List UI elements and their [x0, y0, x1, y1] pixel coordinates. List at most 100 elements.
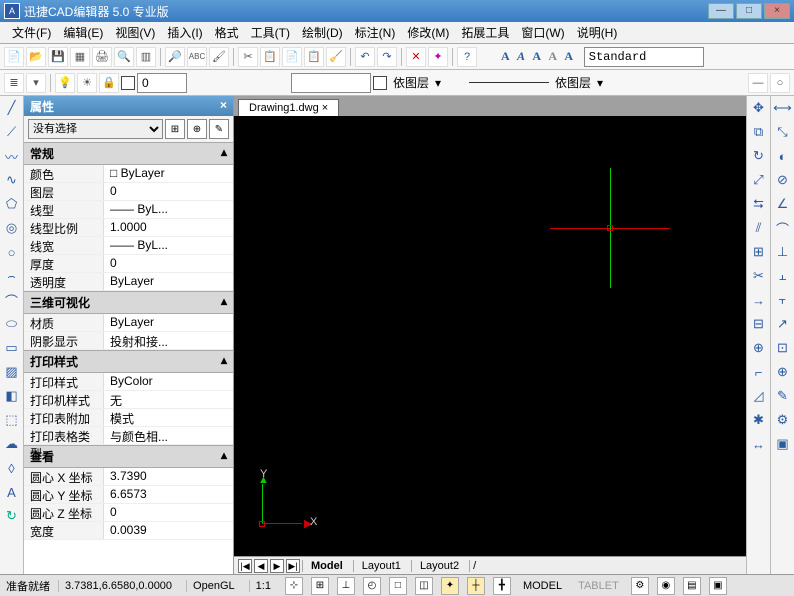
arc2-icon[interactable]: ⌒: [2, 290, 22, 310]
textstyle-select[interactable]: [584, 47, 704, 67]
prop-value[interactable]: 6.6573: [104, 486, 233, 503]
tab-close-icon[interactable]: ×: [322, 102, 328, 114]
prop-row[interactable]: 圆心 Z 坐标0: [24, 504, 233, 522]
fillet-icon[interactable]: ⌐: [749, 362, 769, 382]
copy-icon[interactable]: 📋: [260, 47, 280, 67]
polar-icon[interactable]: ◴: [363, 577, 381, 595]
stretch-icon[interactable]: ↔: [749, 434, 769, 454]
menu-modify[interactable]: 修改(M): [401, 22, 455, 43]
prop-value[interactable]: 0: [104, 183, 233, 200]
layer-color-swatch[interactable]: [121, 76, 135, 90]
bulb-icon[interactable]: 💡: [55, 73, 75, 93]
ellipse-icon[interactable]: ⬭: [2, 314, 22, 334]
viewport-icon[interactable]: ▣: [773, 434, 793, 454]
grid-icon[interactable]: ⊞: [311, 577, 329, 595]
prop-row[interactable]: 线型比例1.0000: [24, 219, 233, 237]
mirror-icon[interactable]: ⮀: [749, 194, 769, 214]
snap-icon[interactable]: ⊹: [285, 577, 303, 595]
selectobj-icon[interactable]: ✎: [209, 119, 229, 139]
prop-row[interactable]: 打印表格类型与颜色相...: [24, 427, 233, 445]
sun-icon[interactable]: ☀: [77, 73, 97, 93]
prop-value[interactable]: ByLayer: [104, 314, 233, 331]
nav-icon[interactable]: ◉: [657, 577, 675, 595]
prop-value[interactable]: 无: [104, 391, 233, 408]
pickadd-icon[interactable]: ⊕: [187, 119, 207, 139]
layerstate-icon[interactable]: ▾: [26, 73, 46, 93]
dim-angular-icon[interactable]: ∠: [773, 194, 793, 214]
prop-section-header[interactable]: 查看▴: [24, 445, 233, 468]
find-icon[interactable]: 🔎: [165, 47, 185, 67]
dim-ord-icon[interactable]: ⊥: [773, 242, 793, 262]
prop-value[interactable]: —— ByL...: [104, 237, 233, 254]
line-icon[interactable]: ╱: [2, 98, 22, 118]
leader-icon[interactable]: ↗: [773, 314, 793, 334]
prop-row[interactable]: 打印样式ByColor: [24, 373, 233, 391]
gradient-icon[interactable]: ◧: [2, 386, 22, 406]
copy2-icon[interactable]: ⧉: [749, 122, 769, 142]
sheet-icon[interactable]: ▦: [70, 47, 90, 67]
cancel-icon[interactable]: ✕: [406, 47, 426, 67]
spline-icon[interactable]: ∿: [2, 170, 22, 190]
clean-icon[interactable]: ▣: [709, 577, 727, 595]
prop-row[interactable]: 宽度0.0039: [24, 522, 233, 540]
paste-icon[interactable]: 📄: [282, 47, 302, 67]
textstyle-a2[interactable]: A: [517, 49, 525, 64]
prop-row[interactable]: 打印机样式表无: [24, 391, 233, 409]
lock-icon[interactable]: 🔒: [99, 73, 119, 93]
plot-icon[interactable]: ▥: [136, 47, 156, 67]
textstyle-a4[interactable]: A: [548, 49, 557, 64]
donut-icon[interactable]: ◎: [2, 218, 22, 238]
undo-icon[interactable]: ↶: [355, 47, 375, 67]
polyline-icon[interactable]: 〰: [2, 146, 22, 166]
paste2-icon[interactable]: 📋: [304, 47, 324, 67]
dim-linear-icon[interactable]: ⟷: [773, 98, 793, 118]
dim-baseline-icon[interactable]: ⫠: [773, 266, 793, 286]
regen-icon[interactable]: ✦: [428, 47, 448, 67]
dim-arc-icon[interactable]: ⌒: [773, 218, 793, 238]
layout-tab-model[interactable]: Model: [302, 560, 351, 572]
lwt-icon[interactable]: ┼: [467, 577, 485, 595]
break-icon[interactable]: ⊟: [749, 314, 769, 334]
prop-value[interactable]: ByLayer: [104, 273, 233, 290]
preview-icon[interactable]: 🔍: [114, 47, 134, 67]
xline-icon[interactable]: ⟋: [2, 122, 22, 142]
circle-tool-icon[interactable]: ○: [770, 73, 790, 93]
spell-icon[interactable]: ABC: [187, 47, 207, 67]
prop-value[interactable]: 0.0039: [104, 522, 233, 539]
cut-icon[interactable]: ✂: [238, 47, 258, 67]
prop-row[interactable]: 圆心 Y 坐标6.6573: [24, 486, 233, 504]
prop-row[interactable]: 阴影显示投射和接...: [24, 332, 233, 350]
wipeout-icon[interactable]: ◊: [2, 458, 22, 478]
dim-diameter-icon[interactable]: ⊘: [773, 170, 793, 190]
prop-value[interactable]: 模式: [104, 409, 233, 426]
dim-aligned-icon[interactable]: ⤡: [773, 122, 793, 142]
rotate-icon[interactable]: ↻: [749, 146, 769, 166]
minimize-button[interactable]: —: [708, 3, 734, 19]
region-icon[interactable]: ⬚: [2, 410, 22, 430]
trim-icon[interactable]: ✂: [749, 266, 769, 286]
prop-value[interactable]: □ ByLayer: [104, 165, 233, 182]
arc-icon[interactable]: ⌢: [2, 266, 22, 286]
menu-tools[interactable]: 工具(T): [245, 22, 296, 43]
extend-icon[interactable]: →: [749, 290, 769, 310]
tab-prev-icon[interactable]: ◀: [254, 559, 268, 573]
drawing-canvas[interactable]: ▲ ▶ Y X: [234, 116, 746, 556]
textstyle-a5[interactable]: A: [564, 49, 573, 64]
prop-row[interactable]: 颜色□ ByLayer: [24, 165, 233, 183]
menu-insert[interactable]: 插入(I): [161, 22, 208, 43]
center-icon[interactable]: ⊕: [773, 362, 793, 382]
panel-close-icon[interactable]: ×: [220, 98, 227, 114]
circle-icon[interactable]: ○: [2, 242, 22, 262]
erase-icon[interactable]: 🧹: [326, 47, 346, 67]
menu-edit[interactable]: 编辑(E): [57, 22, 109, 43]
prop-value[interactable]: 3.7390: [104, 468, 233, 485]
print-icon[interactable]: 🖨: [92, 47, 112, 67]
rect-icon[interactable]: ▭: [2, 338, 22, 358]
prop-value[interactable]: —— ByL...: [104, 201, 233, 218]
layers-icon[interactable]: ≣: [4, 73, 24, 93]
osnap-icon[interactable]: □: [389, 577, 407, 595]
prop-row[interactable]: 材质ByLayer: [24, 314, 233, 332]
open-icon[interactable]: 📂: [26, 47, 46, 67]
menu-format[interactable]: 格式: [209, 22, 245, 43]
prop-value[interactable]: 0: [104, 504, 233, 521]
